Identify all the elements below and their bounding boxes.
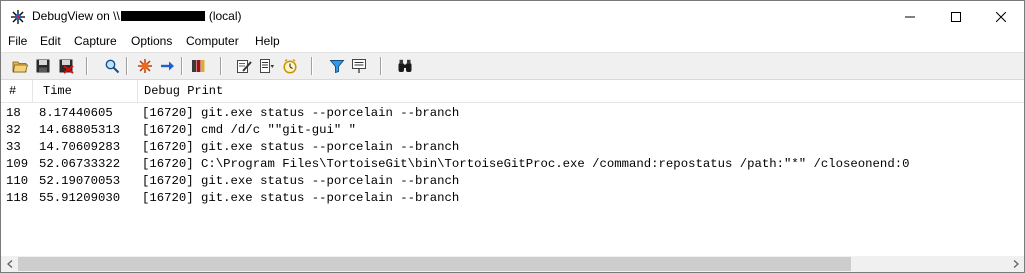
- clock-icon: [283, 58, 297, 74]
- log-row-text: [16720] git.exe status --porcelain --bra…: [142, 174, 460, 188]
- history-depth-button[interactable]: [188, 56, 208, 76]
- window-title: DebugView on \\ (local): [32, 9, 242, 23]
- log-row-number: 109: [6, 157, 29, 171]
- log-row-text: [16720] git.exe status --porcelain --bra…: [142, 191, 460, 205]
- find-button[interactable]: [102, 56, 122, 76]
- menu-edit[interactable]: Edit: [40, 34, 61, 48]
- close-button[interactable]: [978, 1, 1024, 32]
- toolbar-separator: [126, 57, 127, 75]
- binoculars-icon: [398, 59, 412, 72]
- log-row[interactable]: 118 55.91209030 [16720] git.exe status -…: [1, 190, 1024, 207]
- menu-file-label: File: [8, 34, 28, 48]
- close-icon: [996, 11, 1006, 22]
- list-header: # Time Debug Print: [1, 80, 1024, 103]
- log-row[interactable]: 32 14.68805313 [16720] cmd /d/c ""git-gu…: [1, 122, 1024, 139]
- highlight-button[interactable]: [234, 56, 254, 76]
- maximize-button[interactable]: [933, 1, 979, 32]
- capture-filter-button[interactable]: [349, 56, 369, 76]
- menu-options[interactable]: Options: [131, 34, 172, 48]
- horizontal-scrollbar[interactable]: [1, 256, 1024, 272]
- column-header-debug-print[interactable]: Debug Print: [144, 80, 223, 102]
- list-options-icon: [260, 59, 274, 73]
- toolbar-separator: [311, 57, 312, 75]
- menu-options-label: Options: [131, 34, 173, 48]
- filter-icon: [329, 60, 345, 74]
- open-icon: [12, 61, 28, 73]
- capture-icon: [138, 59, 152, 73]
- autoscroll-button[interactable]: [157, 56, 177, 76]
- log-row-time: 14.68805313: [39, 123, 121, 137]
- debug-log-list[interactable]: # Time Debug Print 18 8.17440605 [16720]…: [1, 80, 1024, 256]
- menu-help-label: Help: [255, 34, 280, 48]
- list-options-button[interactable]: [257, 56, 277, 76]
- column-divider[interactable]: [32, 80, 33, 102]
- log-row-number: 33: [6, 140, 21, 154]
- clock-button[interactable]: [280, 56, 300, 76]
- scroll-left-icon: [6, 260, 12, 268]
- log-row-time: 55.91209030: [39, 191, 121, 205]
- menu-file[interactable]: File: [8, 34, 27, 48]
- log-row-number: 118: [6, 191, 29, 205]
- minimize-icon: [905, 16, 915, 17]
- log-row-time: 8.17440605: [39, 106, 113, 120]
- window-title-prefix: DebugView on \\: [32, 9, 120, 23]
- open-button[interactable]: [10, 56, 30, 76]
- log-row-time: 52.19070053: [39, 174, 121, 188]
- title-bar[interactable]: DebugView on \\ (local): [1, 1, 1024, 32]
- window-title-suffix: (local): [208, 9, 242, 23]
- menu-bar: File Edit Capture Options Computer Help: [1, 32, 1024, 52]
- filter-button[interactable]: [327, 56, 347, 76]
- log-row[interactable]: 109 52.06733322 [16720] C:\Program Files…: [1, 156, 1024, 173]
- column-header-time[interactable]: Time: [43, 80, 72, 102]
- log-row-text: [16720] C:\Program Files\TortoiseGit\bin…: [142, 157, 910, 171]
- clear-display-icon: [59, 59, 74, 74]
- maximize-icon: [951, 11, 961, 22]
- log-row-text: [16720] git.exe status --porcelain --bra…: [142, 140, 460, 154]
- menu-computer-label: Computer: [186, 34, 239, 48]
- capture-button[interactable]: [135, 56, 155, 76]
- debugview-window: DebugView on \\ (local) File Edit Captur…: [0, 0, 1025, 273]
- minimize-button[interactable]: [887, 1, 933, 32]
- log-row-number: 18: [6, 106, 21, 120]
- scrollbar-thumb[interactable]: [18, 257, 851, 271]
- log-row-time: 14.70609283: [39, 140, 121, 154]
- menu-capture[interactable]: Capture: [74, 34, 117, 48]
- capture-filter-icon: [352, 59, 366, 73]
- scroll-right-button[interactable]: [1007, 256, 1024, 272]
- log-row[interactable]: 33 14.70609283 [16720] git.exe status --…: [1, 139, 1024, 156]
- highlight-icon: [237, 60, 252, 73]
- menu-computer[interactable]: Computer: [186, 34, 239, 48]
- autoscroll-icon: [161, 61, 174, 71]
- log-row[interactable]: 18 8.17440605 [16720] git.exe status --p…: [1, 105, 1024, 122]
- menu-capture-label: Capture: [74, 34, 117, 48]
- log-row-text: [16720] cmd /d/c ""git-gui" ": [142, 123, 357, 137]
- log-row-text: [16720] git.exe status --porcelain --bra…: [142, 106, 460, 120]
- column-divider[interactable]: [137, 80, 138, 102]
- debugview-app-icon: [10, 9, 26, 25]
- redacted-computer-name: [120, 11, 205, 21]
- log-row-time: 52.06733322: [39, 157, 121, 171]
- log-row[interactable]: 110 52.19070053 [16720] git.exe status -…: [1, 173, 1024, 190]
- log-row-number: 32: [6, 123, 21, 137]
- scroll-right-icon: [1013, 260, 1019, 268]
- save-button[interactable]: [33, 56, 53, 76]
- clear-display-button[interactable]: [56, 56, 76, 76]
- toolbar: [1, 53, 1024, 80]
- toolbar-separator: [380, 57, 381, 75]
- find-binoculars-button[interactable]: [395, 56, 415, 76]
- scroll-left-button[interactable]: [1, 256, 18, 272]
- toolbar-separator: [86, 57, 87, 75]
- save-icon: [36, 59, 50, 73]
- log-row-number: 110: [6, 174, 29, 188]
- history-depth-icon: [192, 60, 205, 72]
- toolbar-separator: [181, 57, 182, 75]
- toolbar-separator: [220, 57, 221, 75]
- find-icon: [105, 59, 120, 74]
- column-header-number[interactable]: #: [9, 80, 16, 102]
- menu-help[interactable]: Help: [255, 34, 280, 48]
- menu-edit-label: Edit: [40, 34, 61, 48]
